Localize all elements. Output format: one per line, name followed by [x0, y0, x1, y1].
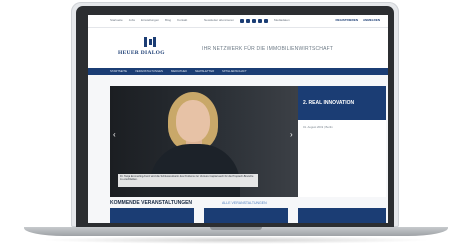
event-teaser-header: 2. REAL INNOVATION	[298, 86, 386, 120]
mediadaten-link[interactable]: Mediadaten	[274, 18, 290, 23]
events-section-title: KOMMENDE VERANSTALTUNGEN	[110, 200, 193, 206]
nav-item-home[interactable]: STARTSEITE	[110, 69, 127, 74]
event-card[interactable]	[298, 208, 386, 223]
event-card[interactable]	[110, 208, 194, 223]
nav-item-membership[interactable]: MITGLIEDSCHAFT	[222, 69, 246, 74]
hero-caption: Dr. Tanja Emmerling-Kunz wird die Schlus…	[118, 174, 258, 187]
logo-icon[interactable]	[144, 37, 156, 47]
event-card[interactable]	[204, 208, 288, 223]
register-link[interactable]: REGISTRIEREN	[335, 18, 358, 23]
nav-item-events[interactable]: VERANSTALTUNGEN	[135, 69, 163, 74]
hero-caption-text: Dr. Tanja Emmerling-Kunz wird die Schlus…	[120, 175, 254, 182]
event-teaser-date: 01. August 2019 | Berlin	[303, 125, 333, 129]
site-header: HEUER DIALOG IHR NETZWERK FÜR DIE IMMOBI…	[88, 28, 388, 68]
website-topbar: Startseite Jobs Einstellungen Blog Konta…	[88, 15, 388, 28]
main-nav: STARTSEITE VERANSTALTUNGEN MEDIATHEK NEW…	[88, 68, 388, 75]
youtube-icon[interactable]	[252, 18, 257, 23]
chevron-right-icon[interactable]: ›	[290, 131, 293, 139]
chevron-left-icon[interactable]: ‹	[113, 131, 116, 139]
topbar-link-settings[interactable]: Einstellungen	[141, 18, 159, 23]
site-logo-text[interactable]: HEUER DIALOG	[118, 50, 165, 56]
nav-item-newsletter[interactable]: NEWSLETTER	[195, 69, 214, 74]
topbar-link-jobs[interactable]: Jobs	[129, 18, 135, 23]
laptop-notch	[210, 227, 262, 230]
nav-item-media[interactable]: MEDIATHEK	[171, 69, 187, 74]
hero-photo-body	[150, 144, 240, 197]
event-teaser-title[interactable]: 2. REAL INNOVATION	[303, 100, 354, 106]
site-tagline: IHR NETZWERK FÜR DIE IMMOBILIENWIRTSCHAF…	[202, 46, 334, 52]
login-link[interactable]: ANMELDEN	[363, 18, 380, 23]
twitter-icon[interactable]	[246, 18, 251, 23]
facebook-icon[interactable]	[240, 18, 245, 23]
event-teaser[interactable]: 2. REAL INNOVATION 01. August 2019 | Ber…	[298, 86, 386, 197]
social-links	[240, 18, 269, 23]
laptop-shadow	[40, 236, 432, 244]
hero-photo-face	[176, 100, 210, 142]
topbar-link-blog[interactable]: Blog	[165, 18, 171, 23]
topbar-link-home[interactable]: Startseite	[110, 18, 123, 23]
hero-slider[interactable]: Dr. Tanja Emmerling-Kunz wird die Schlus…	[110, 86, 298, 197]
topbar-link-contact[interactable]: Kontakt	[177, 18, 187, 23]
linkedin-icon[interactable]	[264, 18, 269, 23]
laptop-screen: Startseite Jobs Einstellungen Blog Konta…	[88, 15, 388, 223]
newsletter-link[interactable]: Newsletter abonnieren	[204, 18, 234, 23]
all-events-link[interactable]: ALLE VERANSTALTUNGEN	[222, 201, 267, 205]
xing-icon[interactable]	[258, 18, 263, 23]
